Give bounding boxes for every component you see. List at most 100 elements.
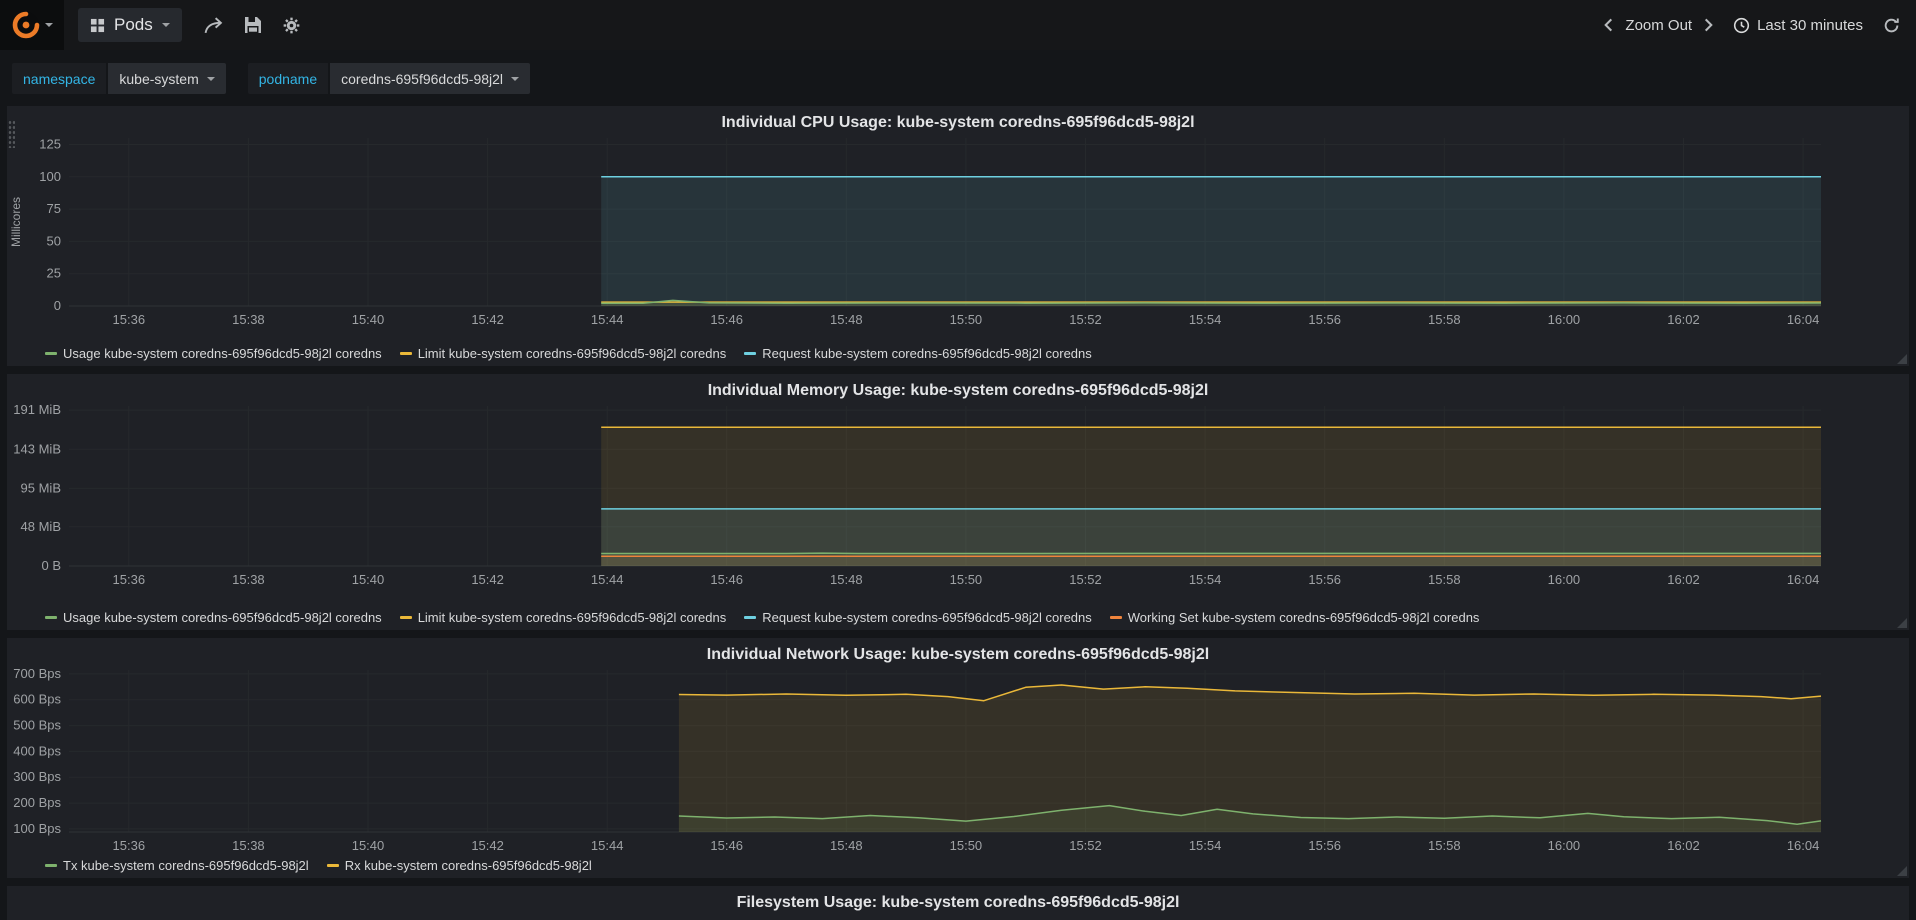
svg-text:15:58: 15:58 (1428, 312, 1461, 327)
legend-series-label: Usage kube-system coredns-695f96dcd5-98j… (63, 610, 382, 625)
cpu-usage-chart[interactable]: 0 25 50 75 100 125 15:36 15:38 15:40 15:42 15:44 15… (7, 132, 1909, 334)
svg-text:15:44: 15:44 (591, 572, 624, 587)
legend-item[interactable]: Limit kube-system coredns-695f96dcd5-98j… (399, 346, 727, 361)
caret-down-icon (161, 23, 170, 27)
zoom-out-button[interactable]: Zoom Out (1619, 13, 1698, 38)
panel-title-filesystem[interactable]: Filesystem Usage: kube-system coredns-69… (7, 886, 1909, 912)
memory-legend: Usage kube-system coredns-695f96dcd5-98j… (45, 610, 1879, 625)
refresh-dashboard-button[interactable] (1883, 17, 1900, 34)
variable-label-podname: podname (247, 63, 329, 94)
svg-text:100 Bps: 100 Bps (13, 821, 61, 836)
legend-series-swatch (399, 352, 412, 355)
network-usage-chart[interactable]: 100 Bps 200 Bps 300 Bps 400 Bps 500 Bps 600 B… (7, 664, 1909, 860)
time-range-picker[interactable]: Last 30 minutes (1733, 17, 1863, 34)
svg-text:15:38: 15:38 (232, 312, 265, 327)
legend-series-label: Limit kube-system coredns-695f96dcd5-98j… (417, 346, 727, 361)
legend-series-label: Tx kube-system coredns-695f96dcd5-98j2l (63, 858, 309, 873)
time-shift-back-button[interactable] (1598, 14, 1619, 36)
legend-item[interactable]: Usage kube-system coredns-695f96dcd5-98j… (45, 346, 382, 361)
svg-text:15:36: 15:36 (113, 572, 146, 587)
svg-text:95 MiB: 95 MiB (21, 480, 61, 495)
variable-namespace: namespace kube-system (12, 63, 226, 94)
legend-item[interactable]: Rx kube-system coredns-695f96dcd5-98j2l (326, 858, 592, 873)
caret-down-icon (511, 76, 520, 81)
variable-label-namespace: namespace (12, 63, 107, 94)
panel-resize-handle[interactable] (1897, 354, 1907, 364)
svg-text:16:02: 16:02 (1667, 312, 1700, 327)
legend-series-label: Rx kube-system coredns-695f96dcd5-98j2l (344, 858, 592, 873)
svg-text:700 Bps: 700 Bps (13, 666, 61, 681)
legend-series-label: Request kube-system coredns-695f96dcd5-9… (762, 346, 1092, 361)
svg-text:25: 25 (47, 266, 61, 281)
legend-series-label: Usage kube-system coredns-695f96dcd5-98j… (63, 346, 382, 361)
svg-text:500 Bps: 500 Bps (13, 718, 61, 733)
memory-usage-chart[interactable]: 0 B 48 MiB 95 MiB 143 MiB 191 MiB 15:36 15:38 1… (7, 400, 1909, 594)
panel-filesystem-usage: Filesystem Usage: kube-system coredns-69… (7, 886, 1909, 920)
variable-value-podname-dropdown[interactable]: coredns-695f96dcd5-98j2l (330, 63, 531, 94)
panel-title-cpu[interactable]: Individual CPU Usage: kube-system coredn… (7, 106, 1909, 132)
svg-text:15:42: 15:42 (471, 572, 504, 587)
legend-series-swatch (744, 616, 757, 619)
panel-cpu-usage: Individual CPU Usage: kube-system coredn… (7, 106, 1909, 366)
legend-item[interactable]: Limit kube-system coredns-695f96dcd5-98j… (399, 610, 727, 625)
svg-text:15:52: 15:52 (1069, 572, 1102, 587)
legend-series-swatch (326, 864, 339, 867)
svg-text:100: 100 (39, 169, 61, 184)
legend-item[interactable]: Request kube-system coredns-695f96dcd5-9… (744, 346, 1092, 361)
svg-text:16:02: 16:02 (1667, 838, 1700, 853)
svg-text:15:42: 15:42 (471, 312, 504, 327)
legend-series-swatch (399, 616, 412, 619)
legend-series-label: Request kube-system coredns-695f96dcd5-9… (762, 610, 1092, 625)
svg-text:600 Bps: 600 Bps (13, 692, 61, 707)
svg-text:15:58: 15:58 (1428, 838, 1461, 853)
svg-text:16:00: 16:00 (1548, 838, 1581, 853)
legend-item[interactable]: Usage kube-system coredns-695f96dcd5-98j… (45, 610, 382, 625)
svg-text:48 MiB: 48 MiB (21, 519, 61, 534)
share-dashboard-button[interactable] (204, 16, 223, 34)
svg-text:16:02: 16:02 (1667, 572, 1700, 587)
grafana-main-menu-button[interactable] (0, 0, 64, 50)
chevron-left-icon (1604, 18, 1613, 32)
variable-podname: podname coredns-695f96dcd5-98j2l (247, 63, 531, 94)
svg-text:15:52: 15:52 (1069, 838, 1102, 853)
svg-text:15:38: 15:38 (232, 838, 265, 853)
svg-text:400 Bps: 400 Bps (13, 743, 61, 758)
svg-text:15:46: 15:46 (710, 312, 743, 327)
svg-text:15:44: 15:44 (591, 312, 624, 327)
panel-resize-handle[interactable] (1897, 618, 1907, 628)
grafana-logo-icon (12, 11, 40, 39)
dashboard-panels: Individual CPU Usage: kube-system coredn… (0, 96, 1916, 920)
time-shift-forward-button[interactable] (1698, 14, 1719, 36)
svg-text:15:44: 15:44 (591, 838, 624, 853)
legend-item[interactable]: Tx kube-system coredns-695f96dcd5-98j2l (45, 858, 309, 873)
svg-text:191 MiB: 191 MiB (13, 402, 61, 417)
svg-text:15:40: 15:40 (352, 838, 385, 853)
panel-network-usage: Individual Network Usage: kube-system co… (7, 638, 1909, 878)
svg-text:16:00: 16:00 (1548, 312, 1581, 327)
legend-series-label: Limit kube-system coredns-695f96dcd5-98j… (417, 610, 727, 625)
legend-item[interactable]: Request kube-system coredns-695f96dcd5-9… (744, 610, 1092, 625)
svg-text:16:04: 16:04 (1787, 838, 1820, 853)
variable-value-namespace-dropdown[interactable]: kube-system (108, 63, 226, 94)
svg-text:0 B: 0 B (41, 558, 61, 573)
svg-text:15:50: 15:50 (950, 838, 983, 853)
svg-text:15:50: 15:50 (950, 312, 983, 327)
legend-item[interactable]: Working Set kube-system coredns-695f96dc… (1109, 610, 1479, 625)
save-dashboard-button[interactable] (244, 17, 261, 33)
panel-title-network[interactable]: Individual Network Usage: kube-system co… (7, 638, 1909, 664)
dashboard-picker-button[interactable]: Pods (78, 8, 182, 42)
svg-text:15:54: 15:54 (1189, 572, 1222, 587)
save-icon (244, 17, 261, 33)
panel-resize-handle[interactable] (1897, 866, 1907, 876)
legend-series-swatch (45, 616, 57, 619)
svg-text:75: 75 (47, 201, 61, 216)
template-variables-bar: namespace kube-system podname coredns-69… (0, 50, 1916, 96)
svg-text:200 Bps: 200 Bps (13, 795, 61, 810)
svg-text:15:56: 15:56 (1308, 838, 1341, 853)
panel-memory-usage: Individual Memory Usage: kube-system cor… (7, 374, 1909, 630)
clock-icon (1733, 17, 1750, 33)
chevron-right-icon (1705, 18, 1713, 32)
svg-text:15:58: 15:58 (1428, 572, 1461, 587)
dashboard-settings-button[interactable] (283, 17, 300, 34)
panel-title-memory[interactable]: Individual Memory Usage: kube-system cor… (7, 374, 1909, 400)
